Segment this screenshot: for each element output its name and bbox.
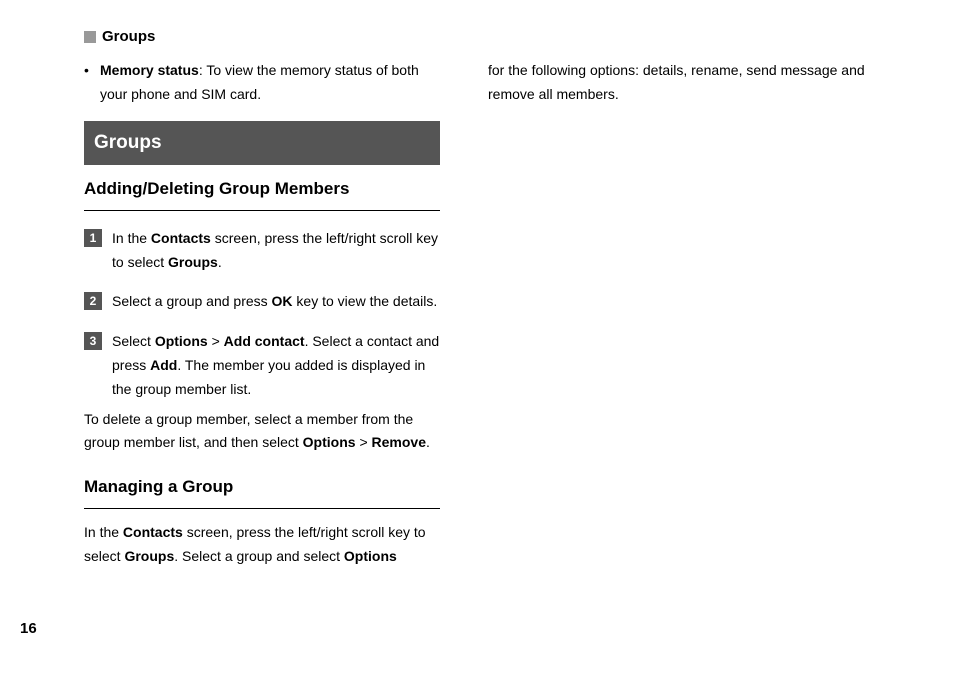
step-3: 3 Select Options > Add contact. Select a…: [84, 330, 440, 401]
step-1: 1 In the Contacts screen, press the left…: [84, 227, 440, 275]
subheading-add-delete: Adding/Deleting Group Members: [84, 175, 440, 211]
header-title: Groups: [102, 28, 155, 45]
continuation-text: for the following options: details, rena…: [488, 59, 878, 107]
header-square-icon: [84, 31, 96, 43]
step-3-text: Select Options > Add contact. Select a c…: [112, 330, 440, 401]
page-number: 16: [20, 620, 37, 637]
step-1-text: In the Contacts screen, press the left/r…: [112, 227, 440, 275]
section-title-groups: Groups: [84, 121, 440, 165]
delete-paragraph: To delete a group member, select a membe…: [84, 408, 440, 456]
page-header: Groups: [84, 28, 904, 45]
step-2-text: Select a group and press OK key to view …: [112, 290, 440, 314]
step-number-badge: 1: [84, 229, 102, 247]
right-column: for the following options: details, rena…: [488, 59, 878, 569]
left-column: • Memory status: To view the memory stat…: [50, 59, 440, 569]
manage-paragraph: In the Contacts screen, press the left/r…: [84, 521, 440, 569]
memory-status-label: Memory status: [100, 62, 199, 78]
step-number-badge: 3: [84, 332, 102, 350]
bullet-icon: •: [84, 59, 100, 107]
manual-page: Groups • Memory status: To view the memo…: [0, 0, 954, 677]
memory-status-item: • Memory status: To view the memory stat…: [84, 59, 440, 107]
step-2: 2 Select a group and press OK key to vie…: [84, 290, 440, 314]
subheading-managing: Managing a Group: [84, 473, 440, 509]
step-number-badge: 2: [84, 292, 102, 310]
memory-status-text: Memory status: To view the memory status…: [100, 59, 440, 107]
content-columns: • Memory status: To view the memory stat…: [50, 59, 904, 569]
